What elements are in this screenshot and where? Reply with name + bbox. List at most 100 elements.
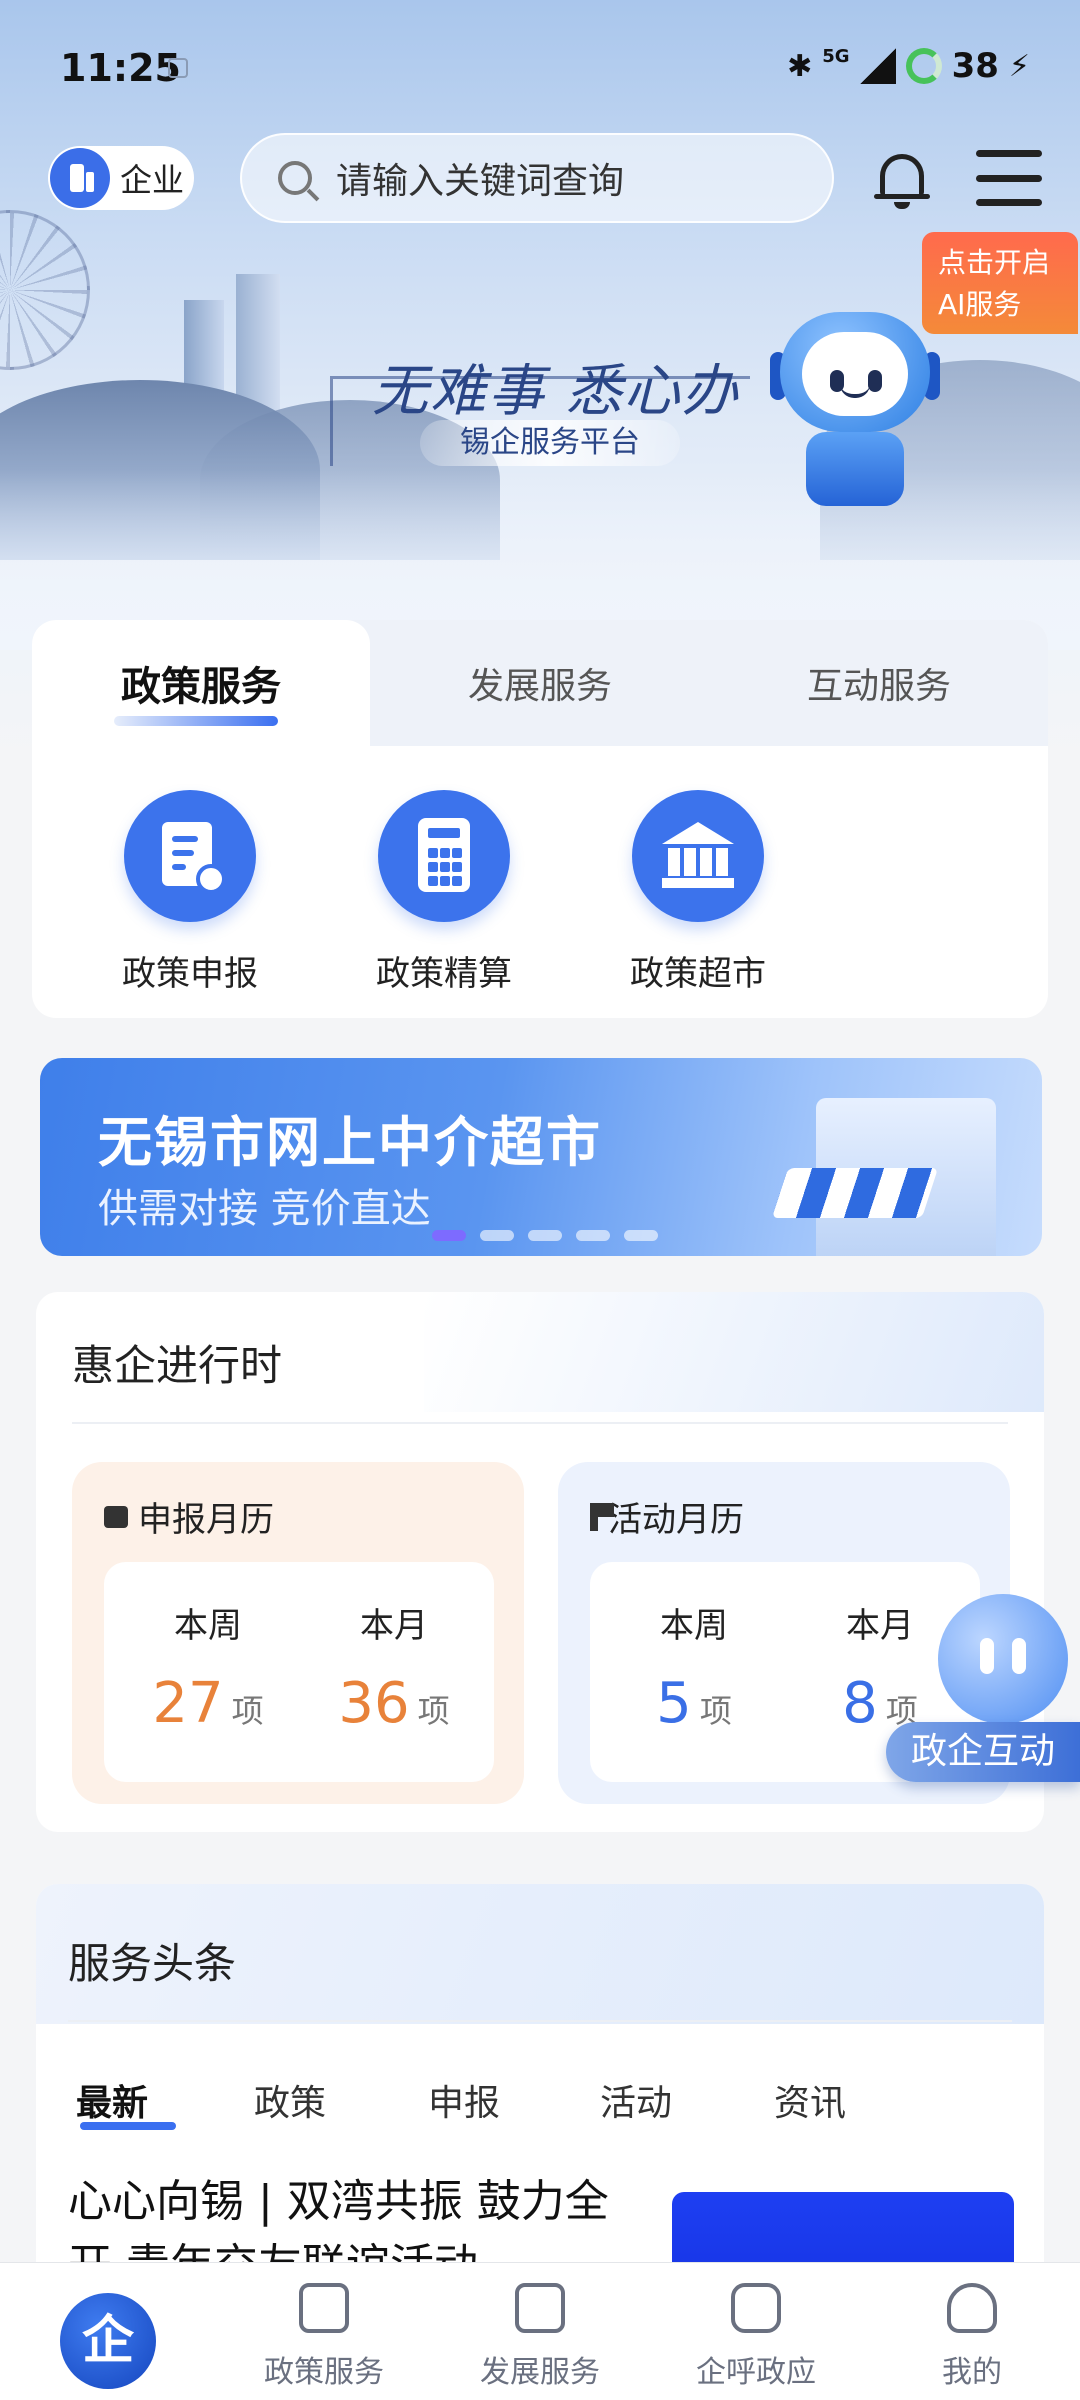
policy-doc-icon bbox=[299, 2283, 349, 2333]
search-icon bbox=[278, 161, 312, 195]
ai-service-button[interactable]: 点击开启 AI服务 bbox=[922, 232, 1078, 334]
carousel-dots bbox=[432, 1230, 658, 1241]
calculator-icon bbox=[378, 790, 510, 922]
cell-value: 27 bbox=[152, 1671, 224, 1736]
carousel-dot[interactable] bbox=[624, 1230, 658, 1241]
active-tab-indicator bbox=[80, 2122, 176, 2130]
banner-subtitle: 供需对接 竞价直达 bbox=[98, 1186, 431, 1232]
carousel-dot[interactable] bbox=[480, 1230, 514, 1241]
screenshot-indicator-icon bbox=[168, 58, 188, 78]
cell-label: 本周 bbox=[660, 1606, 728, 1646]
card-header-bg bbox=[424, 1292, 1044, 1412]
carousel-dot[interactable] bbox=[528, 1230, 562, 1241]
news-tabs: 最新 政策 申报 活动 资讯 bbox=[76, 2074, 1006, 2134]
calendar-icon bbox=[104, 1505, 128, 1528]
chat-icon bbox=[731, 2283, 781, 2333]
calendar-title: 活动月历 bbox=[608, 1500, 744, 1540]
identity-switch[interactable]: 企业 bbox=[48, 146, 194, 210]
news-tab-info[interactable]: 资讯 bbox=[774, 2074, 846, 2126]
item-label: 政策申报 bbox=[122, 954, 258, 994]
cell-label: 本月 bbox=[360, 1606, 428, 1646]
item-label: 政策超市 bbox=[630, 954, 766, 994]
service-tabs: 政策服务 发展服务 互动服务 bbox=[32, 620, 1048, 746]
nav-policy-service[interactable]: 政策服务 bbox=[244, 2283, 404, 2391]
bluetooth-icon: ✱ bbox=[787, 48, 813, 84]
user-icon bbox=[947, 2283, 997, 2333]
nav-label: 我的 bbox=[942, 2355, 1002, 2390]
bell-icon[interactable] bbox=[874, 150, 930, 209]
divider bbox=[72, 1422, 1008, 1424]
nav-development-service[interactable]: 发展服务 bbox=[460, 2283, 620, 2391]
tab-label: 互动服务 bbox=[806, 666, 951, 707]
signal-icon bbox=[859, 48, 896, 84]
declaration-calendar[interactable]: 申报月历 本周 27 项 本月 36 项 bbox=[72, 1462, 524, 1804]
cell-unit: 项 bbox=[699, 1692, 732, 1730]
cell-label: 本周 bbox=[174, 1606, 242, 1646]
search-placeholder: 请输入关键词查询 bbox=[336, 161, 625, 202]
ai-badge-line1: 点击开启 bbox=[938, 246, 1051, 279]
awning-graphic bbox=[771, 1168, 939, 1218]
cell-value: 36 bbox=[338, 1671, 410, 1736]
news-tab-latest[interactable]: 最新 bbox=[76, 2074, 148, 2126]
ai-badge-line2: AI服务 bbox=[938, 288, 1022, 321]
chat-bubble-icon bbox=[938, 1594, 1068, 1724]
enterprise-icon bbox=[50, 148, 110, 208]
charging-icon: ⚡ bbox=[1008, 48, 1030, 84]
policy-declare-button[interactable]: 政策申报 bbox=[90, 790, 290, 995]
news-tab-policy[interactable]: 政策 bbox=[254, 2074, 326, 2126]
robot-mascot-icon[interactable] bbox=[770, 312, 940, 522]
tab-label: 政策服务 bbox=[121, 664, 281, 710]
nav-mine[interactable]: 我的 bbox=[892, 2283, 1052, 2391]
calendar-title: 申报月历 bbox=[138, 1500, 274, 1540]
tab-development-service[interactable]: 发展服务 bbox=[370, 620, 710, 746]
ferris-wheel-graphic bbox=[0, 210, 90, 370]
menu-icon[interactable] bbox=[976, 150, 1042, 206]
section-title: 服务头条 bbox=[68, 1939, 237, 1988]
nav-label: 发展服务 bbox=[480, 2355, 600, 2390]
flag-icon bbox=[590, 1502, 614, 1531]
active-tab-indicator bbox=[114, 716, 278, 726]
gov-interaction-float-button[interactable]: 政企互动 bbox=[880, 1594, 1080, 1794]
service-card: 政策服务 发展服务 互动服务 政策申报 政策精算 政策超市 bbox=[32, 620, 1048, 1018]
week-count[interactable]: 本周 27 项 bbox=[128, 1598, 288, 1736]
cell-unit: 项 bbox=[231, 1692, 264, 1730]
status-icons: ✱ 5G 38 ⚡ bbox=[787, 45, 1030, 87]
home-logo-icon[interactable]: 企 bbox=[60, 2293, 156, 2389]
policy-market-button[interactable]: 政策超市 bbox=[598, 790, 798, 995]
status-time: 11:25 bbox=[60, 46, 181, 90]
week-count[interactable]: 本周 5项 bbox=[614, 1598, 774, 1736]
tab-policy-service[interactable]: 政策服务 bbox=[32, 620, 370, 746]
platform-name: 锡企服务平台 bbox=[420, 420, 680, 466]
float-label: 政企互动 bbox=[886, 1722, 1080, 1782]
hero-slogan: 无难事 悉心办 bbox=[372, 359, 740, 424]
cell-value: 5 bbox=[656, 1671, 692, 1736]
item-label: 政策精算 bbox=[376, 954, 512, 994]
news-tab-activity[interactable]: 活动 bbox=[600, 2074, 672, 2126]
building-icon bbox=[632, 790, 764, 922]
battery-ring-icon bbox=[905, 48, 942, 84]
star-doc-icon bbox=[515, 2283, 565, 2333]
nav-enterprise-call[interactable]: 企呼政应 bbox=[676, 2283, 836, 2391]
month-count[interactable]: 本月 36 项 bbox=[314, 1598, 474, 1736]
cell-unit: 项 bbox=[417, 1692, 450, 1730]
news-tab-declare[interactable]: 申报 bbox=[428, 2074, 500, 2126]
nav-label: 政策服务 bbox=[264, 2355, 384, 2390]
document-upload-icon bbox=[124, 790, 256, 922]
policy-calc-button[interactable]: 政策精算 bbox=[344, 790, 544, 995]
banner-title: 无锡市网上中介超市 bbox=[98, 1111, 602, 1174]
search-input[interactable]: 请输入关键词查询 bbox=[240, 133, 834, 223]
section-title: 惠企进行时 bbox=[72, 1341, 283, 1390]
status-bar: 11:25 ✱ 5G 38 ⚡ bbox=[0, 0, 1080, 140]
nav-label: 企呼政应 bbox=[696, 2355, 816, 2390]
carousel-dot[interactable] bbox=[432, 1230, 466, 1241]
identity-label: 企业 bbox=[120, 161, 185, 199]
carousel-dot[interactable] bbox=[576, 1230, 610, 1241]
divider bbox=[68, 2020, 1012, 2022]
tab-interaction-service[interactable]: 互动服务 bbox=[710, 620, 1048, 746]
network-type: 5G bbox=[822, 45, 850, 67]
intermediary-market-banner[interactable]: 无锡市网上中介超市 供需对接 竞价直达 bbox=[40, 1058, 1042, 1256]
battery-level: 38 bbox=[951, 46, 999, 86]
bottom-navigation: 企 政策服务 发展服务 企呼政应 我的 bbox=[0, 2262, 1080, 2400]
tab-label: 发展服务 bbox=[467, 666, 612, 707]
cell-value: 8 bbox=[842, 1671, 878, 1736]
